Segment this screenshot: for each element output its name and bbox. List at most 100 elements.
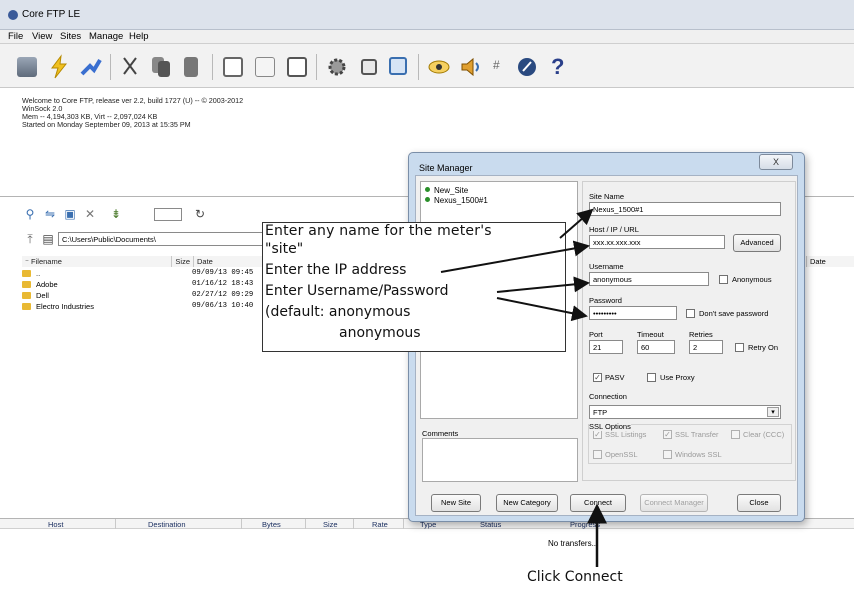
transfer-icon[interactable] bbox=[386, 54, 412, 80]
filter-input[interactable] bbox=[154, 208, 182, 221]
click-connect-label: Click Connect bbox=[527, 569, 623, 585]
pasv-checkbox[interactable]: ✓ bbox=[593, 373, 602, 382]
instruction-callout: Enter any name for the meter's "site" En… bbox=[262, 222, 566, 352]
list-icon[interactable] bbox=[284, 54, 310, 80]
disconnect-icon[interactable] bbox=[78, 54, 104, 80]
sound-icon[interactable] bbox=[458, 54, 484, 80]
dialog-title: Site Manager bbox=[419, 163, 473, 173]
column-date[interactable]: Date bbox=[194, 256, 264, 267]
use-proxy-checkbox[interactable] bbox=[647, 373, 656, 382]
folder-icon bbox=[22, 292, 31, 299]
transfer-col-bytes[interactable]: Bytes bbox=[262, 520, 281, 529]
refresh-icon[interactable]: ↻ bbox=[192, 207, 208, 222]
close-button[interactable]: Close bbox=[737, 494, 781, 512]
menu-view[interactable]: View bbox=[32, 31, 52, 42]
tree-item-new-site[interactable]: New_Site bbox=[425, 186, 468, 195]
refresh-local-icon[interactable]: ⇋ bbox=[42, 207, 58, 222]
transfer-col-host[interactable]: Host bbox=[48, 520, 63, 529]
remote-column-date[interactable]: Date bbox=[806, 256, 854, 267]
retries-input[interactable]: 2 bbox=[689, 340, 723, 354]
transfer-col-size[interactable]: Size bbox=[323, 520, 338, 529]
transfer-col-destination[interactable]: Destination bbox=[148, 520, 186, 529]
menu-file[interactable]: File bbox=[8, 31, 23, 42]
no-transfers-text: No transfers... bbox=[548, 539, 599, 548]
use-proxy-label: Use Proxy bbox=[660, 373, 695, 382]
anonymous-label: Anonymous bbox=[732, 275, 772, 284]
annotation-line: Enter any name for the meter's bbox=[265, 223, 492, 239]
paste-icon[interactable] bbox=[178, 54, 204, 80]
folder-icon bbox=[22, 270, 31, 277]
queue-icon[interactable] bbox=[356, 54, 382, 80]
ssl-listings-checkbox[interactable]: ✓ bbox=[593, 430, 602, 439]
timeout-label: Timeout bbox=[637, 330, 664, 339]
timeout-input[interactable]: 60 bbox=[637, 340, 675, 354]
edit-icon[interactable] bbox=[252, 54, 278, 80]
delete-icon[interactable]: ✕ bbox=[82, 207, 98, 222]
folder-icon bbox=[22, 281, 31, 288]
menu-sites[interactable]: Sites bbox=[60, 31, 81, 42]
new-folder-icon[interactable]: ▣ bbox=[62, 207, 78, 222]
quick-connect-icon[interactable] bbox=[46, 54, 72, 80]
openssl-checkbox[interactable] bbox=[593, 450, 602, 459]
windows-ssl-checkbox[interactable] bbox=[663, 450, 672, 459]
username-input[interactable]: anonymous bbox=[589, 272, 709, 286]
site-icon bbox=[425, 197, 430, 202]
port-input[interactable]: 21 bbox=[589, 340, 623, 354]
file-row[interactable]: Electro Industries 09/06/13 10:40 bbox=[22, 302, 262, 313]
local-toolbar: ⚲ ⇋ ▣ ✕ ⇟ ↻ bbox=[22, 207, 252, 223]
connect-button[interactable]: Connect bbox=[570, 494, 626, 512]
new-site-button[interactable]: New Site bbox=[431, 494, 481, 512]
transfer-col-rate[interactable]: Rate bbox=[372, 520, 388, 529]
password-input[interactable]: ••••••••• bbox=[589, 306, 677, 320]
site-settings-form: Site Name Nexus_1500#1 Host / IP / URL x… bbox=[582, 181, 796, 481]
annotation-line: "site" bbox=[265, 241, 304, 257]
upload-icon[interactable]: ⇟ bbox=[108, 207, 124, 222]
search-icon[interactable]: ⚲ bbox=[22, 207, 38, 222]
file-row[interactable]: Dell 02/27/12 09:29 bbox=[22, 291, 262, 302]
file-row[interactable]: .. 09/09/13 09:45 bbox=[22, 269, 262, 280]
window-title: Core FTP LE bbox=[22, 9, 81, 20]
help-icon[interactable]: ? bbox=[544, 54, 570, 80]
connect-icon[interactable] bbox=[14, 54, 40, 80]
title-bar: Core FTP LE bbox=[0, 0, 854, 30]
view-icon[interactable] bbox=[220, 54, 246, 80]
about-icon[interactable] bbox=[514, 54, 540, 80]
ssl-transfer-checkbox[interactable]: ✓ bbox=[663, 430, 672, 439]
connection-select[interactable]: FTP ▾ bbox=[589, 405, 781, 419]
port-label: Port bbox=[589, 330, 603, 339]
folder-browse-icon[interactable]: ▤ bbox=[40, 232, 56, 247]
anonymous-checkbox[interactable] bbox=[719, 275, 728, 284]
retry-on-label: Retry On bbox=[748, 343, 779, 352]
dont-save-password-checkbox[interactable] bbox=[686, 309, 695, 318]
view-eye-icon[interactable] bbox=[426, 54, 452, 80]
chevron-down-icon[interactable]: ▾ bbox=[767, 407, 779, 417]
pasv-label: PASV bbox=[605, 373, 625, 382]
menu-manage[interactable]: Manage bbox=[89, 31, 123, 42]
clear-ccc-label: Clear (CCC) bbox=[743, 430, 785, 439]
annotation-line: Enter the IP address bbox=[265, 262, 407, 278]
connect-manager-button[interactable]: Connect Manager bbox=[640, 494, 708, 512]
host-input[interactable]: xxx.xx.xxx.xxx bbox=[589, 235, 725, 249]
comments-textarea[interactable] bbox=[422, 438, 578, 482]
retries-label: Retries bbox=[689, 330, 713, 339]
advanced-button[interactable]: Advanced bbox=[733, 234, 781, 252]
toolbar: # ? bbox=[0, 44, 854, 88]
menu-help[interactable]: Help bbox=[129, 31, 149, 42]
column-filename[interactable]: ⁻ Filename bbox=[22, 256, 172, 267]
settings-icon[interactable] bbox=[324, 54, 350, 80]
file-row[interactable]: Adobe 01/16/12 18:43 bbox=[22, 280, 262, 291]
new-category-button[interactable]: New Category bbox=[496, 494, 558, 512]
comments-label: Comments bbox=[422, 429, 459, 438]
cut-icon[interactable] bbox=[118, 54, 144, 80]
clear-ccc-checkbox[interactable] bbox=[731, 430, 740, 439]
site-icon bbox=[425, 187, 430, 192]
hash-icon[interactable]: # bbox=[488, 54, 514, 80]
copy-icon[interactable] bbox=[148, 54, 174, 80]
up-folder-icon[interactable]: ⤒ bbox=[22, 232, 38, 247]
column-size[interactable]: Size bbox=[172, 256, 194, 267]
retry-on-checkbox[interactable] bbox=[735, 343, 744, 352]
site-name-input[interactable]: Nexus_1500#1 bbox=[589, 202, 781, 216]
tree-item-nexus[interactable]: Nexus_1500#1 bbox=[425, 196, 488, 205]
dialog-close-button[interactable]: X bbox=[759, 154, 793, 170]
menu-bar: File View Sites Manage Help bbox=[0, 30, 854, 44]
